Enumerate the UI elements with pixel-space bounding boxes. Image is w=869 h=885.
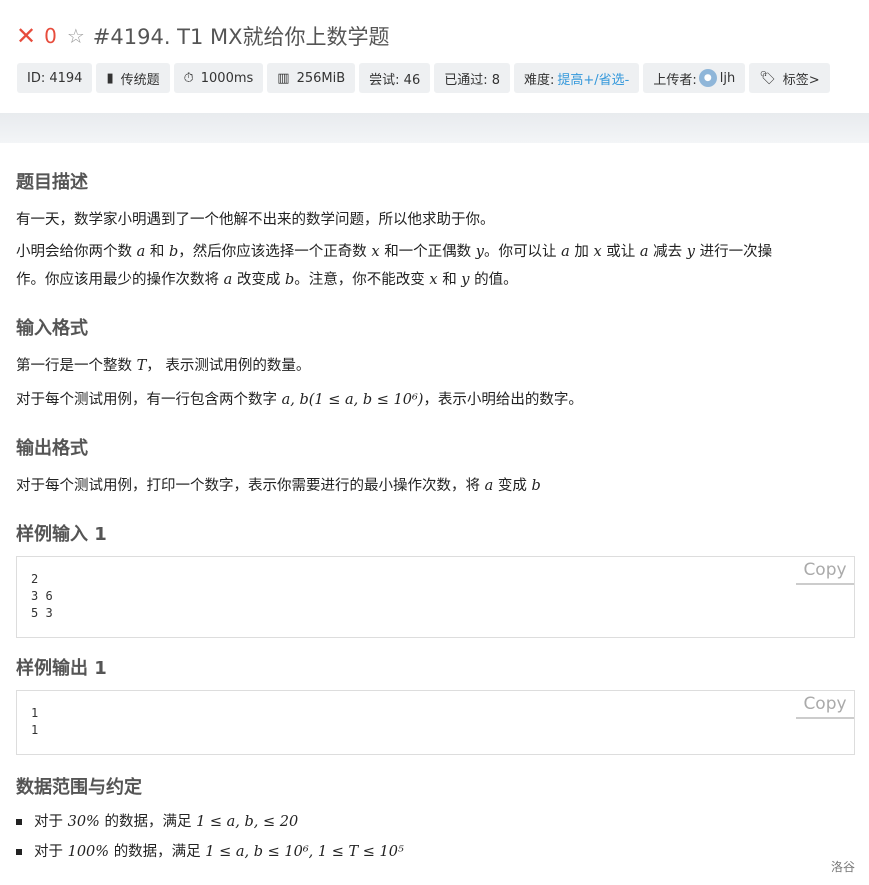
sample-input-box: 2 3 6 5 3 Copy [16, 556, 855, 638]
chip-tags[interactable]: 🏷 标签> [749, 63, 830, 93]
chip-memory-text: 256MiB [296, 70, 346, 86]
uploader-name[interactable]: ljh [720, 71, 735, 86]
difficulty-link[interactable]: 提高+/省选- [557, 69, 629, 88]
stopwatch-icon: ⏱ [183, 70, 194, 86]
chip-difficulty: 难度: 提高+/省选- [514, 63, 640, 93]
page-title: #4194. T1 MX就给你上数学题 [92, 25, 390, 49]
avatar[interactable]: ● [698, 69, 717, 87]
chip-type-text: 传统题 [120, 72, 160, 88]
site-logo: 洛谷 [830, 860, 855, 874]
output-title: 输出格式 [16, 438, 88, 459]
copy-output-button[interactable]: Copy [796, 691, 854, 719]
score: 0 [44, 24, 57, 48]
memory-icon: ▥ [277, 70, 290, 86]
meta-chips: ID: 4194 ▮ 传统题 ⏱ 1000ms ▥ 256MiB 尝试: 46 已通过… [17, 63, 834, 93]
bookmark-icon: ▮ [106, 70, 114, 86]
range-title: 数据范围与约定 [16, 777, 142, 798]
input-para-1: 第一行是一个整数 T， 表示测试用例的数量。 [16, 358, 311, 374]
input-title: 输入格式 [16, 318, 88, 339]
sample-output-title: 样例输出 1 [16, 658, 107, 679]
chip-id-text: ID: 4194 [27, 70, 83, 86]
desc-title: 题目描述 [16, 172, 88, 193]
problem-header: ✕ 0 ☆ #4194. T1 MX就给你上数学题 ID: 4194 ▮ 传统题 … [0, 0, 869, 113]
output-para-1: 对于每个测试用例，打印一个数字，表示你需要进行的最小操作次数，将 a 变成 b [16, 478, 541, 494]
list-item: 对于 30% 的数据，满足 1 ≤ a, b, ≤ 20 [16, 807, 856, 837]
sample-output-box: 1 1 Copy [16, 690, 855, 755]
chip-tries-text: 尝试: 46 [369, 72, 421, 88]
chip-tries: 尝试: 46 [359, 63, 431, 93]
tags-toggle[interactable]: 标签> [783, 69, 820, 88]
desc-para-1: 有一天，数学家小明遇到了一个他解不出来的数学问题，所以他求助于你。 [16, 212, 495, 228]
chip-id: ID: 4194 [17, 63, 93, 93]
chip-memory: ▥ 256MiB [267, 63, 356, 93]
input-para-2: 对于每个测试用例，有一行包含两个数字 a, b(1 ≤ a, b ≤ 10⁶)，… [16, 392, 583, 408]
copy-input-button[interactable]: Copy [796, 557, 854, 585]
close-x-icon: ✕ [16, 22, 37, 50]
range-list: 对于 30% 的数据，满足 1 ≤ a, b, ≤ 20 对于 100% 的数据… [16, 807, 856, 867]
chip-type: ▮ 传统题 [96, 63, 170, 93]
desc-para-2: 小明会给你两个数 a 和 b，然后你应该选择一个正奇数 x 和一个正偶数 y。你… [16, 244, 773, 288]
uploader-label: 上传者: [653, 72, 697, 88]
chip-passed-text: 已通过: 8 [444, 72, 501, 88]
sample-output-text: 1 1 [31, 706, 39, 737]
tag-icon: 🏷 [759, 70, 776, 86]
sample-input-title: 样例输入 1 [16, 524, 107, 545]
list-item: 对于 100% 的数据，满足 1 ≤ a, b ≤ 10⁶, 1 ≤ T ≤ 1… [16, 837, 856, 867]
chip-uploader: 上传者: ● ljh [643, 63, 746, 93]
header-banner [0, 113, 869, 143]
bullet-icon [16, 849, 22, 855]
star-icon[interactable]: ☆ [67, 24, 85, 48]
bullet-icon [16, 819, 22, 825]
sample-input-text: 2 3 6 5 3 [31, 572, 53, 620]
difficulty-label: 难度: [524, 72, 555, 88]
problem-content: 题目描述 有一天，数学家小明遇到了一个他解不出来的数学问题，所以他求助于你。 小… [16, 168, 856, 867]
chip-time: ⏱ 1000ms [173, 63, 264, 93]
title-row: ✕ 0 ☆ #4194. T1 MX就给你上数学题 [16, 20, 390, 52]
chip-passed: 已通过: 8 [434, 63, 511, 93]
chip-time-text: 1000ms [200, 70, 254, 86]
